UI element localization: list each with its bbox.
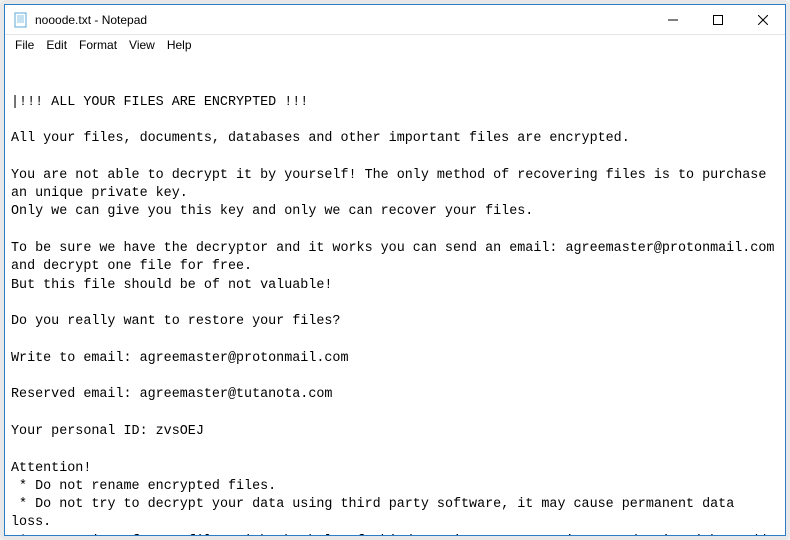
menu-file[interactable]: File [9,37,40,53]
titlebar[interactable]: nooode.txt - Notepad [5,5,785,35]
menu-format[interactable]: Format [73,37,123,53]
window-title: nooode.txt - Notepad [35,13,650,27]
notepad-icon [13,12,29,28]
menubar: File Edit Format View Help [5,35,785,55]
minimize-button[interactable] [650,5,695,34]
notepad-window: nooode.txt - Notepad File Edit Format Vi… [4,4,786,536]
window-controls [650,5,785,34]
outer-frame: nooode.txt - Notepad File Edit Format Vi… [0,0,790,540]
menu-help[interactable]: Help [161,37,198,53]
text-editor-area[interactable]: |!!! ALL YOUR FILES ARE ENCRYPTED !!! Al… [5,55,785,535]
document-text[interactable]: |!!! ALL YOUR FILES ARE ENCRYPTED !!! Al… [11,94,779,535]
close-button[interactable] [740,5,785,34]
menu-view[interactable]: View [123,37,161,53]
maximize-button[interactable] [695,5,740,34]
menu-edit[interactable]: Edit [40,37,73,53]
